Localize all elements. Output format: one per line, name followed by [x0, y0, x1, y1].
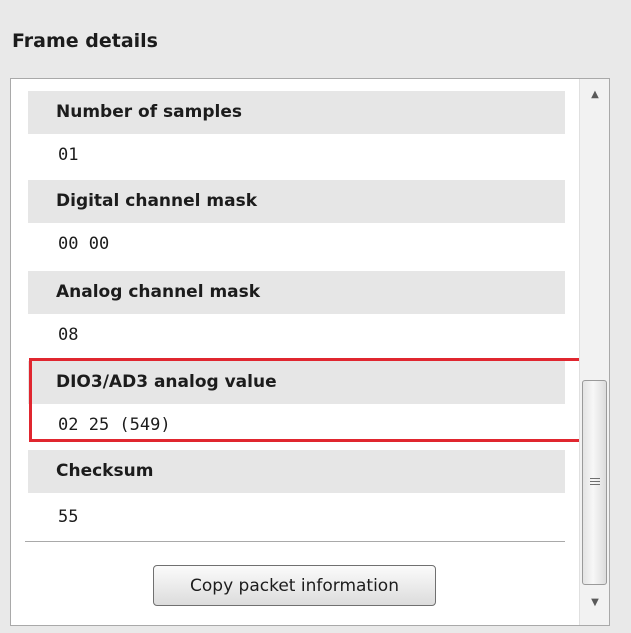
highlight-box	[29, 358, 582, 442]
field-value-digital-channel-mask: 00 00	[58, 234, 110, 254]
scroll-thumb[interactable]	[582, 380, 607, 585]
field-header-checksum: Checksum	[28, 450, 565, 493]
vertical-scrollbar[interactable]: ▲ ▼	[579, 79, 609, 625]
field-value-analog-channel-mask: 08	[58, 325, 79, 345]
scroll-up-arrow-icon[interactable]: ▲	[580, 83, 609, 107]
scroll-grip-icon	[590, 478, 600, 485]
separator	[25, 541, 565, 542]
copy-packet-information-button[interactable]: Copy packet information	[153, 565, 436, 606]
frame-details-box: Number of samples 01 Digital channel mas…	[10, 78, 610, 626]
field-header-number-of-samples: Number of samples	[28, 91, 565, 134]
field-header-digital-channel-mask: Digital channel mask	[28, 180, 565, 223]
field-value-checksum: 55	[58, 507, 79, 527]
field-value-number-of-samples: 01	[58, 145, 79, 165]
field-header-analog-channel-mask: Analog channel mask	[28, 271, 565, 314]
scroll-down-arrow-icon[interactable]: ▼	[580, 591, 609, 615]
panel-title: Frame details	[12, 30, 158, 52]
